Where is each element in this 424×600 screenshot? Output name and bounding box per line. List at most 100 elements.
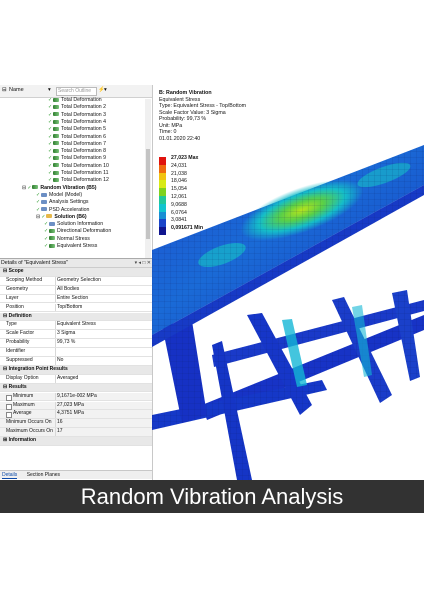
details-row[interactable]: Maximum Occurs On 17 — [0, 428, 152, 437]
details-value[interactable]: No — [57, 357, 63, 365]
tree-collapse-icon[interactable]: ⊟ — [2, 87, 7, 93]
parameter-checkbox[interactable] — [6, 394, 12, 401]
outline-item[interactable]: ✓ Total Deformation 11 — [48, 170, 108, 177]
details-value[interactable]: All Bodies — [57, 286, 79, 294]
tab-details[interactable]: Details — [2, 472, 18, 479]
tab-section-planes[interactable]: Section Planes — [27, 472, 60, 478]
details-header: Details of "Equivalent Stress" ▾ ◂ □ ✕ — [0, 258, 153, 268]
details-row[interactable]: Maximum 27,023 MPa — [0, 401, 152, 411]
outline-item[interactable]: ✓ Model (Model) — [36, 192, 82, 199]
details-value[interactable]: Averaged — [57, 375, 78, 383]
outline-item[interactable]: ✓ PSD Acceleration — [36, 207, 89, 214]
details-value[interactable]: 9,1671e-002 MPa — [57, 393, 97, 401]
outline-item[interactable]: ✓ Total Deformation 12 — [48, 177, 109, 184]
outline-item[interactable]: ✓ Solution Information — [44, 221, 103, 228]
details-row[interactable]: Probability 99,73 % — [0, 339, 152, 348]
details-row[interactable]: Type Equivalent Stress — [0, 321, 152, 331]
details-value[interactable]: Entire Section — [57, 295, 88, 303]
outline-item[interactable]: ✓ Total Deformation — [48, 97, 102, 104]
doc-icon — [41, 207, 47, 212]
outline-item-label: Total Deformation 12 — [61, 177, 109, 184]
outline-item[interactable]: ⊟✓ Solution (B6) — [36, 214, 87, 221]
details-section[interactable]: ⊟ Definition — [0, 312, 152, 322]
details-value[interactable]: 17 — [57, 428, 63, 436]
outline-item[interactable]: ✓ Normal Stress — [44, 236, 90, 243]
legend-label: 9,0688 — [171, 201, 187, 208]
legend-label: 15,054 — [171, 186, 187, 193]
outline-item-label: Equivalent Stress — [57, 243, 98, 249]
details-key: ⊟ Definition — [3, 312, 32, 319]
panel-controls-icon[interactable]: ▾ ◂ □ ✕ — [135, 259, 151, 267]
details-row[interactable]: Position Top/Bottom — [0, 303, 152, 313]
outline-item[interactable]: ✓ Total Deformation 10 — [48, 163, 109, 170]
details-key: Suppressed — [6, 357, 33, 363]
doc-icon — [41, 192, 47, 197]
outline-item[interactable]: ✓ Total Deformation 4 — [48, 119, 106, 126]
outline-item-label: Total Deformation 2 — [61, 104, 106, 111]
details-row[interactable]: Minimum 9,1671e-002 MPa — [0, 392, 152, 402]
result-icon — [53, 119, 59, 124]
details-row[interactable]: Suppressed No — [0, 357, 152, 366]
outline-item-label: Model (Model) — [49, 191, 83, 198]
details-value[interactable]: 99,73 % — [57, 339, 75, 347]
legend-label: 24,031 — [171, 162, 187, 169]
details-key: Display Option — [6, 374, 39, 381]
details-value[interactable]: 3 Sigma — [57, 330, 75, 338]
expand-toggle-icon[interactable]: ⊟ — [36, 214, 40, 220]
dropdown-icon[interactable]: ▾ — [48, 87, 51, 93]
legend-swatch — [159, 180, 166, 189]
details-row[interactable]: Minimum Occurs On 16 — [0, 419, 152, 429]
outline-item-label: Total Deformation — [61, 97, 102, 103]
outline-item[interactable]: ✓ Total Deformation 3 — [48, 112, 106, 119]
legend-label: 6,0764 — [171, 209, 187, 216]
parameter-checkbox[interactable] — [6, 412, 12, 419]
result-icon — [53, 134, 59, 139]
search-outline-input[interactable]: Search Outline — [56, 87, 97, 96]
details-row[interactable]: Scoping Method Geometry Selection — [0, 276, 152, 286]
details-value[interactable]: Equivalent Stress — [57, 321, 96, 329]
details-value[interactable]: 16 — [57, 419, 63, 427]
details-key: Type — [6, 321, 17, 328]
outline-item-label: Total Deformation 6 — [61, 133, 106, 140]
details-key: Geometry — [6, 285, 28, 292]
outline-scrollbar[interactable] — [145, 99, 151, 259]
viewport-3d[interactable] — [152, 85, 424, 480]
parameter-checkbox[interactable] — [6, 403, 12, 410]
details-row[interactable]: Display Option Averaged — [0, 374, 152, 384]
details-value[interactable]: Geometry Selection — [57, 277, 101, 285]
outline-item[interactable]: ✓ Total Deformation 9 — [48, 155, 106, 162]
scrollbar-thumb[interactable] — [146, 149, 150, 239]
filter-dropdown-icon[interactable]: ▾ — [104, 87, 107, 93]
outline-item[interactable]: ✓ Total Deformation 7 — [48, 141, 106, 148]
outline-item[interactable]: ✓ Total Deformation 6 — [48, 134, 106, 141]
outline-item-label: Analysis Settings — [49, 199, 89, 206]
outline-item[interactable]: ✓ Total Deformation 8 — [48, 148, 106, 155]
details-value[interactable]: 27,023 MPa — [57, 402, 84, 410]
doc-icon — [49, 221, 55, 226]
details-section[interactable]: ⊟ Scope — [0, 268, 152, 277]
outline-item[interactable]: ✓ Directional Deformation — [44, 228, 111, 235]
outline-item[interactable]: ✓ Total Deformation 5 — [48, 126, 106, 133]
outline-item-label: Total Deformation 4 — [61, 118, 106, 125]
outline-item[interactable]: ⊟✓ Random Vibration (B5) — [22, 185, 96, 192]
expand-toggle-icon[interactable]: ⊟ — [22, 185, 26, 191]
details-value[interactable]: 4,3751 MPa — [57, 410, 84, 418]
outline-item[interactable]: ✓ Equivalent Stress — [44, 243, 97, 250]
outline-item[interactable]: ✓ Total Deformation 2 — [48, 104, 106, 111]
outline-item-label: Random Vibration (B5) — [40, 184, 97, 191]
details-value[interactable]: Top/Bottom — [57, 304, 82, 312]
details-row[interactable]: Scale Factor 3 Sigma — [0, 330, 152, 340]
result-icon — [53, 170, 59, 175]
details-row[interactable]: Average 4,3751 MPa — [0, 410, 152, 420]
details-section[interactable]: ⊟ Results — [0, 383, 152, 393]
details-section[interactable]: ⊟ Integration Point Results — [0, 365, 152, 375]
outline-item[interactable]: ✓ Analysis Settings — [36, 199, 89, 206]
details-key: Scale Factor — [6, 330, 35, 337]
details-row[interactable]: Identifier — [0, 348, 152, 357]
legend-swatch — [159, 157, 166, 165]
details-key: Maximum Occurs On — [6, 428, 53, 435]
details-row[interactable]: Layer Entire Section — [0, 294, 152, 304]
details-row[interactable]: Geometry All Bodies — [0, 285, 152, 295]
name-column-label[interactable]: Name — [9, 87, 24, 93]
details-section[interactable]: ⊞ Information — [0, 437, 152, 446]
